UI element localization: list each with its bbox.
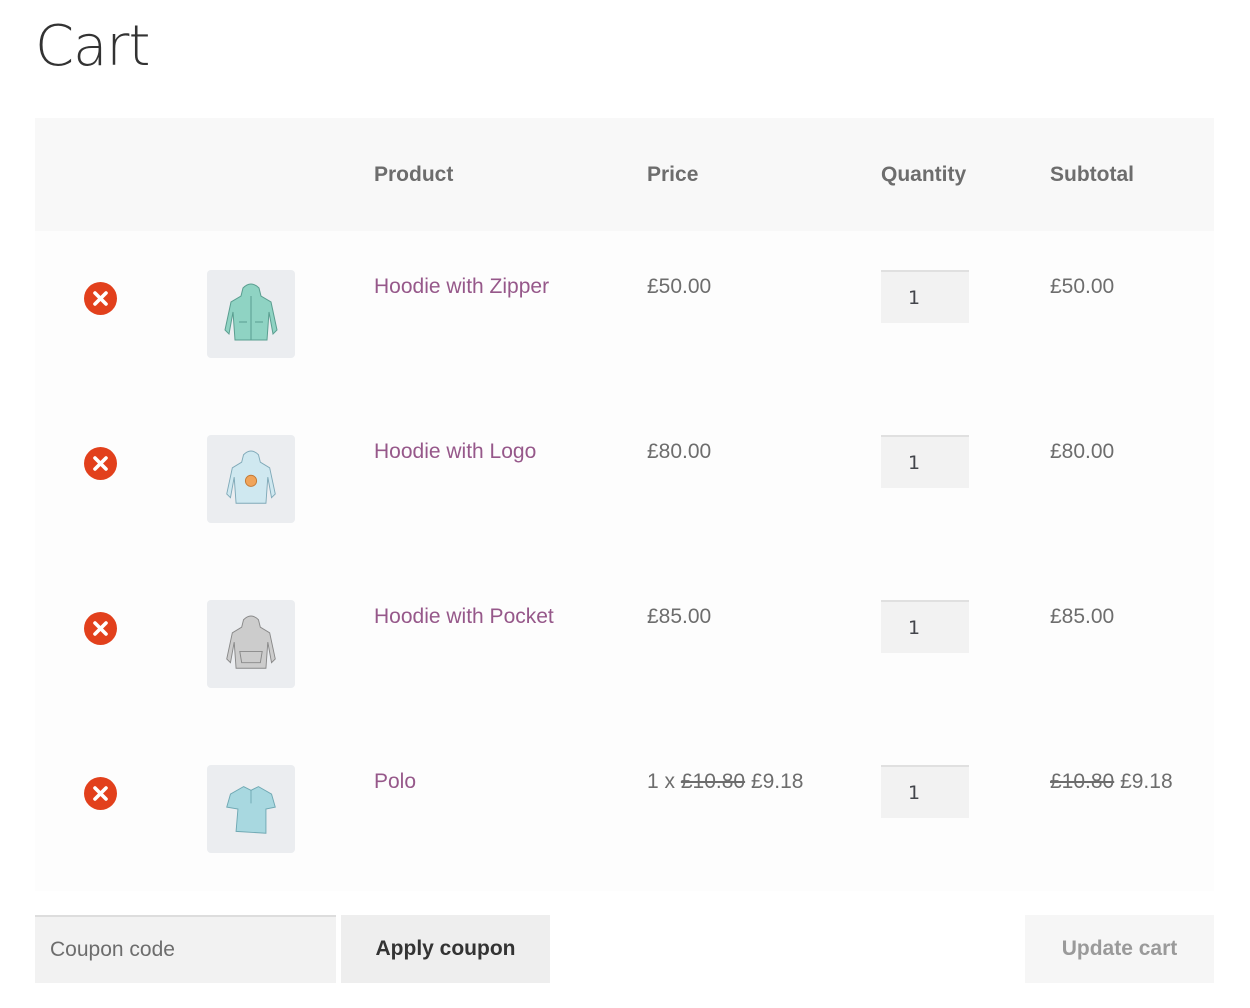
product-thumbnail[interactable]	[207, 270, 295, 358]
hoodie-pocket-icon	[226, 615, 276, 669]
product-thumbnail[interactable]	[207, 600, 295, 688]
product-subtotal: £85.00	[1050, 605, 1115, 628]
product-thumbnail[interactable]	[207, 765, 295, 853]
table-header: Product Price Quantity Subtotal	[35, 118, 1214, 231]
product-price: 1 x £10.80 £9.18	[647, 770, 804, 793]
close-icon	[93, 456, 108, 471]
quantity-input[interactable]	[881, 435, 969, 488]
remove-item-button[interactable]	[84, 612, 117, 645]
update-cart-button[interactable]: Update cart	[1025, 915, 1214, 983]
remove-item-button[interactable]	[84, 777, 117, 810]
table-row: Polo 1 x £10.80 £9.18 £10.80 £9.18	[35, 726, 1214, 891]
header-price: Price	[647, 163, 699, 186]
close-icon	[93, 786, 108, 801]
table-row: Hoodie with Logo £80.00 £80.00	[35, 396, 1214, 561]
product-link[interactable]: Hoodie with Logo	[374, 440, 536, 464]
page-title: Cart	[35, 14, 150, 79]
product-price: £85.00	[647, 605, 712, 628]
close-icon	[93, 621, 108, 636]
table-row: Hoodie with Zipper £50.00 £50.00	[35, 231, 1214, 396]
product-price: £50.00	[647, 275, 712, 298]
cart-actions: Apply coupon Update cart	[35, 915, 1214, 983]
polo-shirt-icon	[226, 786, 276, 834]
product-subtotal: £50.00	[1050, 275, 1115, 298]
product-link[interactable]: Hoodie with Pocket	[374, 605, 554, 629]
header-quantity: Quantity	[881, 163, 967, 186]
product-price: £80.00	[647, 440, 712, 463]
hoodie-zipper-icon	[224, 283, 278, 341]
product-thumbnail[interactable]	[207, 435, 295, 523]
quantity-input[interactable]	[881, 270, 969, 323]
table-row: Hoodie with Pocket £85.00 £85.00	[35, 561, 1214, 726]
product-link[interactable]: Polo	[374, 770, 416, 794]
apply-coupon-button[interactable]: Apply coupon	[341, 915, 550, 983]
product-subtotal: £10.80 £9.18	[1050, 770, 1173, 793]
remove-item-button[interactable]	[84, 447, 117, 480]
remove-item-button[interactable]	[84, 282, 117, 315]
close-icon	[93, 291, 108, 306]
quantity-input[interactable]	[881, 765, 969, 818]
quantity-input[interactable]	[881, 600, 969, 653]
coupon-code-input[interactable]	[35, 915, 336, 983]
header-product: Product	[374, 163, 454, 186]
cart-table: Product Price Quantity Subtotal Hoodie w…	[35, 118, 1214, 891]
product-subtotal: £80.00	[1050, 440, 1115, 463]
hoodie-logo-icon	[226, 450, 276, 504]
header-subtotal: Subtotal	[1050, 163, 1134, 186]
product-link[interactable]: Hoodie with Zipper	[374, 275, 549, 299]
